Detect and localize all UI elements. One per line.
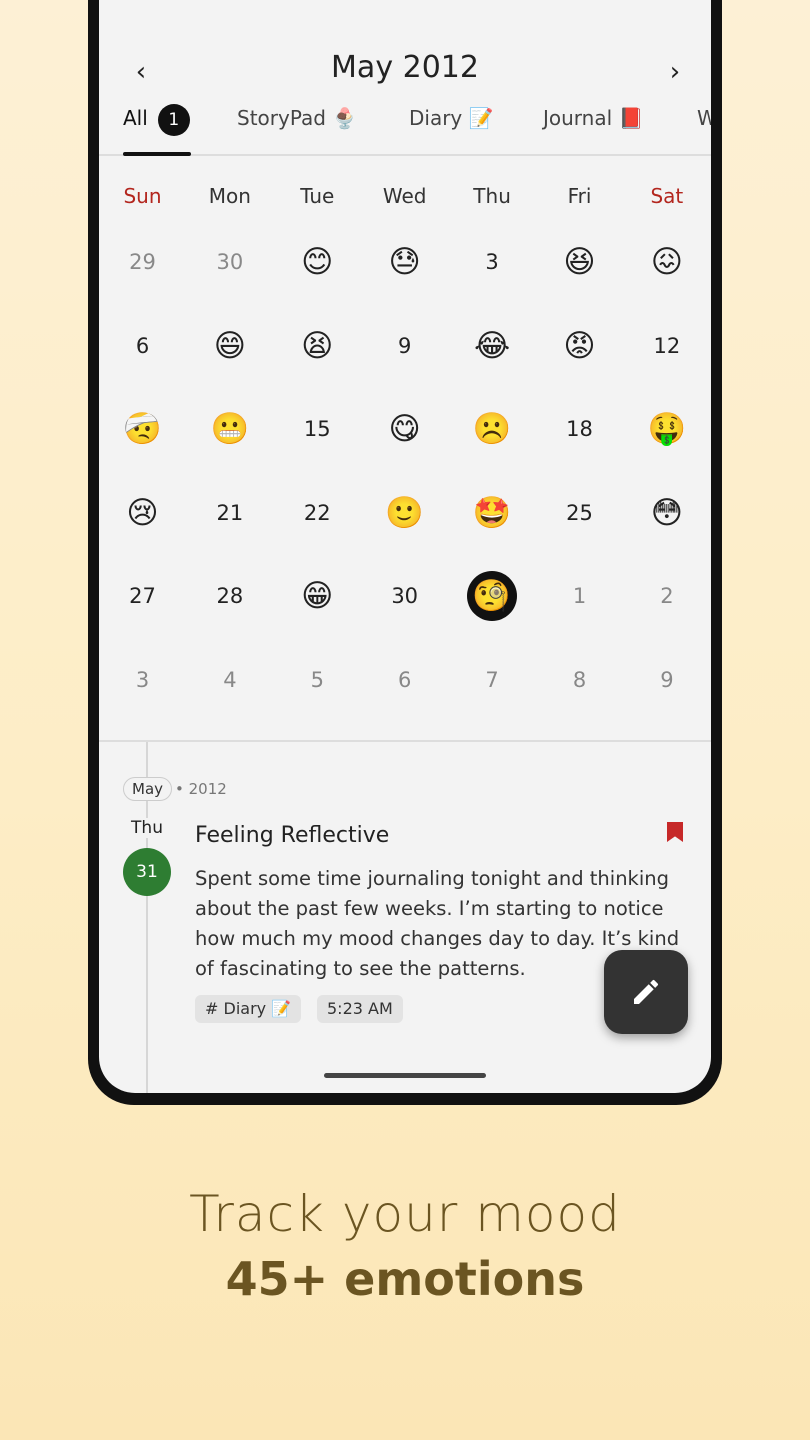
- calendar-day[interactable]: 2: [623, 556, 710, 636]
- tag-chip[interactable]: # Diary 📝: [195, 995, 302, 1023]
- tab-label: All: [123, 106, 148, 130]
- chevron-right-icon: ›: [669, 57, 681, 87]
- calendar-day-mood[interactable]: 😄: [186, 306, 273, 386]
- mood-emoji-icon: 🤕: [123, 411, 162, 447]
- entry-weekday: Thu: [125, 818, 169, 838]
- selected-day-ring: 🧐: [466, 571, 517, 621]
- tab-diary[interactable]: Diary 📝: [409, 102, 494, 154]
- calendar-day[interactable]: 12: [623, 306, 710, 386]
- mood-emoji-icon: 😁: [301, 578, 334, 614]
- calendar-day-mood[interactable]: 😓: [361, 222, 448, 302]
- calendar-day-mood[interactable]: 😬: [186, 389, 273, 469]
- tab-overflow[interactable]: W: [697, 102, 711, 154]
- calendar-day[interactable]: 27: [99, 556, 186, 636]
- mood-emoji-icon: 😓: [388, 244, 421, 280]
- next-month-button[interactable]: ›: [655, 52, 695, 92]
- calendar-day[interactable]: 22: [274, 473, 361, 553]
- calendar-day[interactable]: 9: [361, 306, 448, 386]
- calendar-day-mood[interactable]: 😖: [623, 222, 710, 302]
- calendar-day-mood[interactable]: 😫: [274, 306, 361, 386]
- month-chip: May: [123, 777, 173, 801]
- weekday-header: Sun: [123, 184, 162, 208]
- calendar-day-mood[interactable]: 🤩: [449, 473, 536, 553]
- calendar-day[interactable]: 28: [186, 556, 273, 636]
- tab-storypad[interactable]: StoryPad 🍨: [237, 102, 357, 154]
- mood-emoji-icon: ☹️: [472, 411, 512, 447]
- weekday-header: Wed: [382, 184, 427, 208]
- mood-emoji-icon: 😊: [301, 244, 334, 280]
- calendar-day-mood[interactable]: 😊: [274, 222, 361, 302]
- mood-emoji-icon: 😄: [213, 327, 247, 364]
- month-header: ‹ May 2012 ›: [99, 0, 711, 100]
- calendar-day[interactable]: 6: [361, 640, 448, 720]
- calendar-day-mood[interactable]: 🙂: [361, 473, 448, 553]
- time-chip: 5:23 AM: [317, 995, 403, 1023]
- mood-emoji-icon: 😆: [563, 244, 596, 280]
- active-tab-indicator: [123, 152, 191, 156]
- tag-tabs: All 1 StoryPad 🍨 Diary 📝 Journal 📕 W: [99, 102, 711, 156]
- calendar-day-mood[interactable]: 😁: [274, 556, 361, 636]
- calendar-day[interactable]: 9: [623, 640, 710, 720]
- year-label: • 2012: [175, 780, 227, 798]
- calendar-day[interactable]: 15: [274, 389, 361, 469]
- mood-emoji-icon: 🤑: [647, 411, 687, 447]
- app-screen: ‹ May 2012 › All 1 StoryPad 🍨 Diary 📝 Jou…: [99, 0, 711, 1093]
- calendar-day-mood[interactable]: 😆: [536, 222, 623, 302]
- calendar-day[interactable]: 18: [536, 389, 623, 469]
- weekday-header: Tue: [300, 184, 335, 208]
- weekday-header: Mon: [208, 184, 251, 208]
- count-badge: 1: [157, 103, 190, 136]
- bookmark-icon[interactable]: [667, 822, 683, 842]
- calendar-day[interactable]: 25: [536, 473, 623, 553]
- home-indicator: [324, 1073, 486, 1078]
- entry-title[interactable]: Feeling Reflective: [195, 823, 389, 848]
- calendar-day-mood[interactable]: 😂: [449, 306, 536, 386]
- calendar-day[interactable]: 1: [536, 556, 623, 636]
- pencil-icon: [634, 979, 659, 1004]
- new-entry-button[interactable]: [604, 950, 688, 1034]
- phone-frame: ‹ May 2012 › All 1 StoryPad 🍨 Diary 📝 Jou…: [88, 0, 722, 1105]
- calendar-day[interactable]: 8: [536, 640, 623, 720]
- calendar-day[interactable]: 3: [99, 640, 186, 720]
- calendar-day[interactable]: 4: [186, 640, 273, 720]
- calendar-day-mood[interactable]: 🤑: [623, 389, 710, 469]
- calendar-day-mood[interactable]: 🤕: [99, 389, 186, 469]
- mood-emoji-icon: 🤩: [472, 494, 512, 531]
- divider: [99, 740, 711, 742]
- calendar-day[interactable]: 30: [186, 222, 273, 302]
- mood-emoji-icon: 😋: [388, 411, 421, 447]
- mood-emoji-icon: 🙂: [385, 494, 424, 531]
- weekday-header: Thu: [473, 184, 511, 208]
- mood-emoji-icon: 😢: [126, 494, 159, 531]
- calendar-day[interactable]: 30: [361, 556, 448, 636]
- calendar-day-mood[interactable]: 🧐: [449, 556, 536, 636]
- calendar-day[interactable]: 3: [449, 222, 536, 302]
- mood-emoji-icon: 😳: [650, 494, 684, 531]
- tagline-secondary: 45+ emotions: [225, 1252, 585, 1306]
- calendar-day-mood[interactable]: 😳: [623, 473, 710, 553]
- calendar-day[interactable]: 7: [449, 640, 536, 720]
- tab-all[interactable]: All 1: [123, 102, 191, 156]
- calendar-day-mood[interactable]: 😢: [99, 473, 186, 553]
- month-title: May 2012: [331, 50, 479, 85]
- calendar-day[interactable]: 6: [99, 306, 186, 386]
- calendar-day[interactable]: 21: [186, 473, 273, 553]
- mood-emoji-icon: 😬: [210, 411, 250, 447]
- mood-emoji-icon: 😡: [563, 327, 596, 364]
- mood-emoji-icon: 😂: [473, 327, 511, 364]
- calendar-day-mood[interactable]: 😡: [536, 306, 623, 386]
- calendar-day-mood[interactable]: ☹️: [449, 389, 536, 469]
- weekday-header: Fri: [567, 184, 592, 208]
- mood-emoji-icon: 🧐: [472, 578, 511, 614]
- tab-journal[interactable]: Journal 📕: [543, 102, 643, 154]
- weekday-header: Sat: [650, 184, 684, 208]
- mood-emoji-icon: 😖: [650, 244, 684, 280]
- calendar-day[interactable]: 5: [274, 640, 361, 720]
- calendar-day-mood[interactable]: 😋: [361, 389, 448, 469]
- mood-emoji-icon: 😫: [301, 327, 334, 364]
- entry-day-badge[interactable]: 31: [123, 848, 171, 896]
- calendar-day[interactable]: 29: [99, 222, 186, 302]
- tagline-primary: Track your mood: [189, 1185, 621, 1243]
